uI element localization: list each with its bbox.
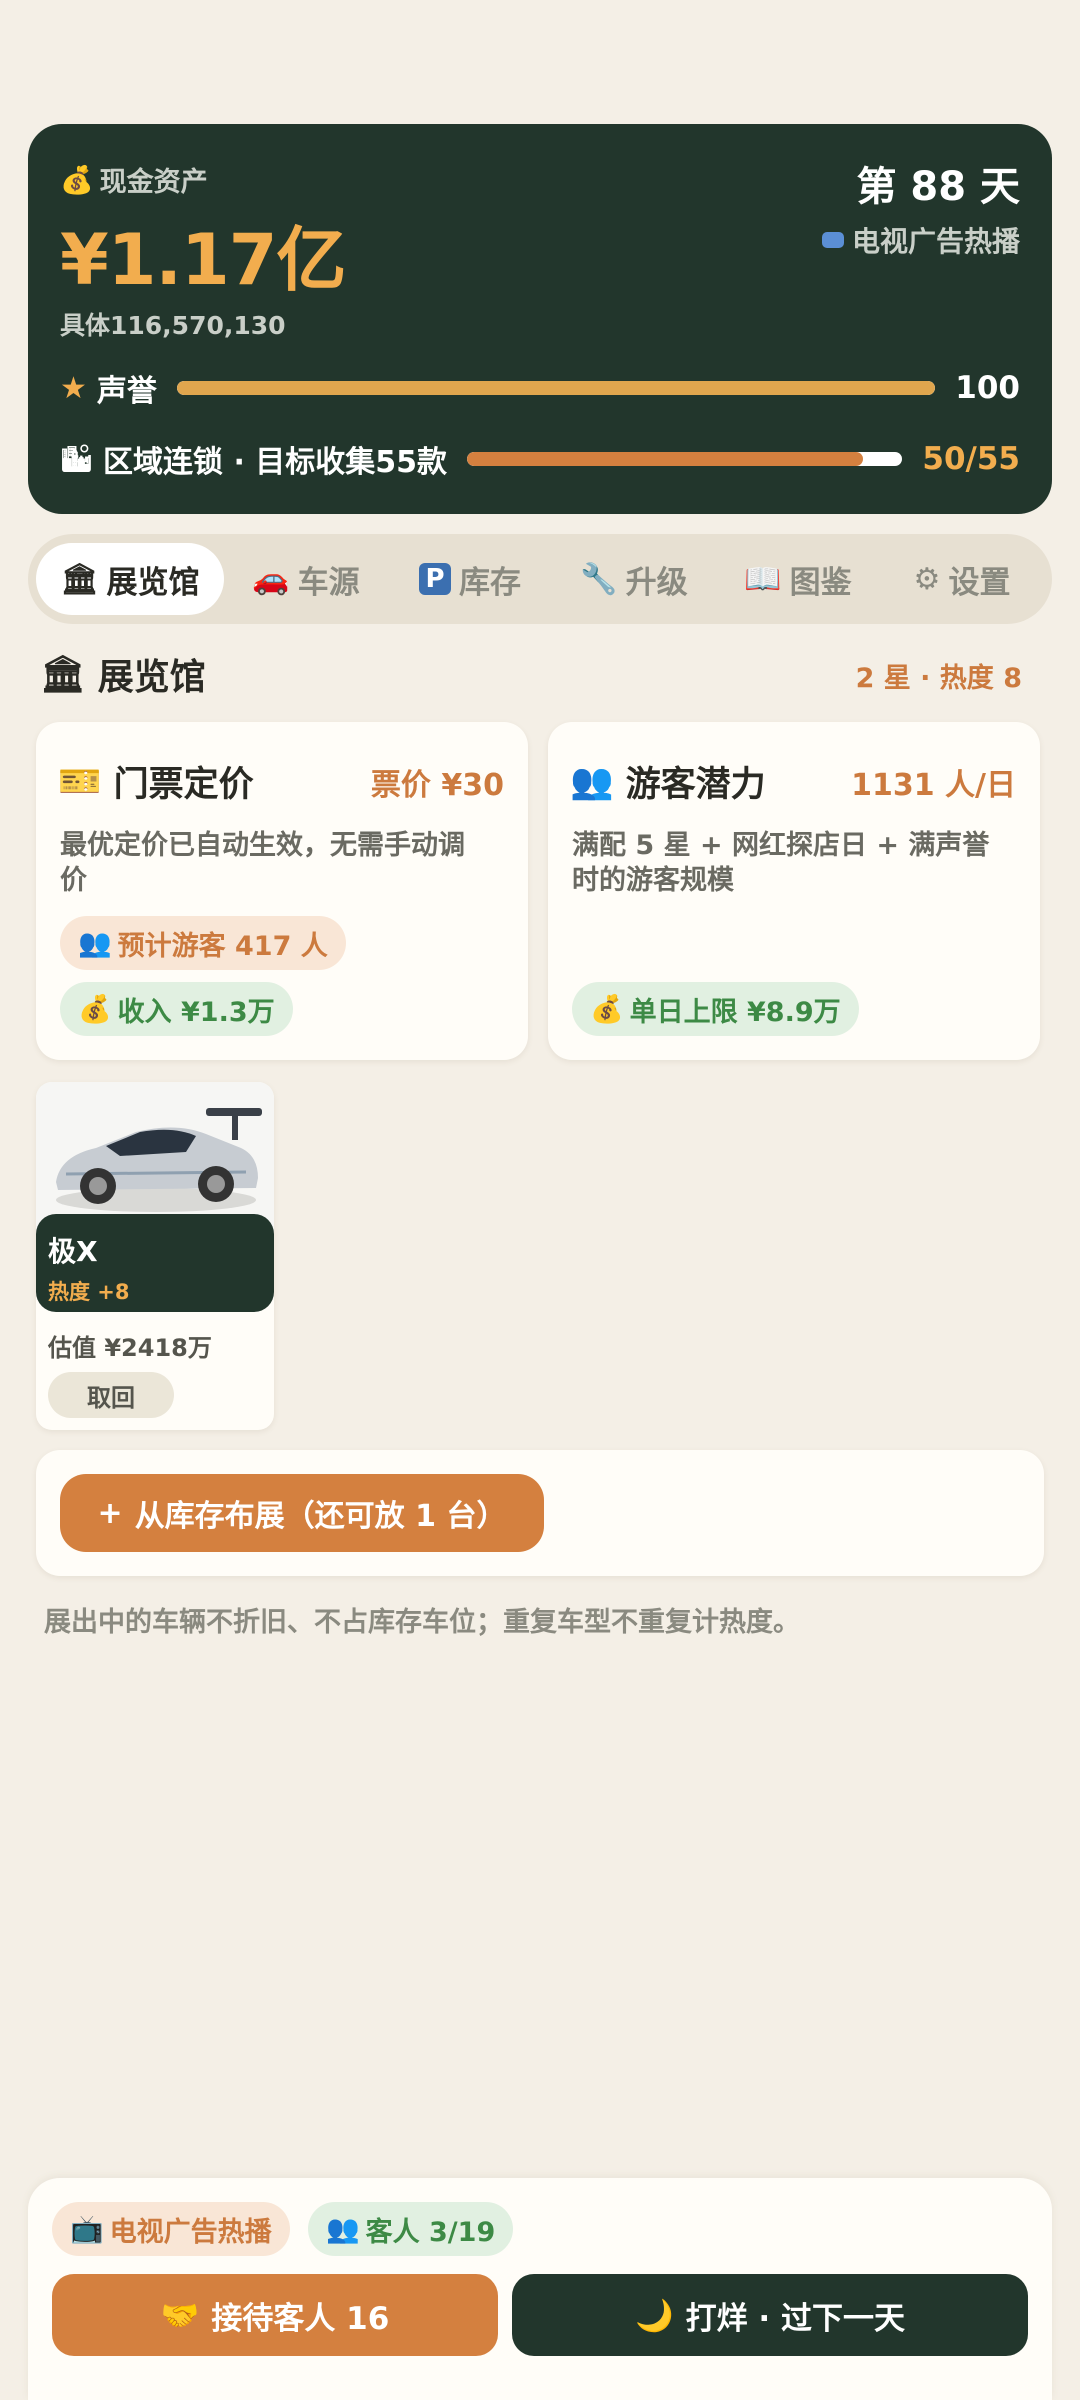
place-button-label: 从库存布展（还可放 1 台） [134,1499,507,1534]
tab-bar: 🏛 展览馆 🚗 车源 P 库存 🔧 升级 📖 图鉴 ⚙ 设置 [28,534,1052,624]
car-name: 极X [48,1235,98,1268]
tab-4[interactable]: 📖 图鉴 [716,543,880,615]
exhibit-car-card[interactable]: 极X 热度 +8 估值 ¥2418万 取回 [36,1082,274,1430]
collection-bar-fill [467,452,863,466]
tab-icon: 🏛 [60,561,99,597]
daily-limit-label: 单日上限 ¥8.9万 [629,996,841,1028]
collection-bar [467,452,903,466]
cash-value: ¥1.17亿 [60,219,346,301]
plus-icon: + [97,1495,123,1531]
ticket-card-head: 🎫 门票定价 票价 ¥30 [58,756,504,807]
income-chip: 💰 收入 ¥1.3万 [60,982,293,1036]
ticket-price: 票价 ¥30 [370,767,504,803]
event-indicator: 电视广告热播 [821,220,1020,260]
potential-card-title: 👥 游客潜力 [570,756,851,807]
handshake-icon: 🤝 [160,2297,200,2334]
collection-label: 区域连锁 · 目标收集55款 [103,445,448,480]
cash-label-row: 💰 现金资产 [60,160,208,199]
ticket-title: 门票定价 [113,765,254,805]
potential-desc: 满配 5 星 + 网红探店日 + 满声誉时的游客规模 [572,830,990,896]
ticket-card-title: 🎫 门票定价 [58,756,371,807]
star-icon: ★ [60,370,87,406]
visitors-chip-label: 预计游客 417 人 [117,930,328,962]
section-title: 🏛 展览馆 [40,648,206,700]
exhibit-note: 展出中的车辆不折旧、不占库存车位；重复车型不重复计热度。 [44,1607,800,1638]
collection-value: 50/55 [922,441,1020,477]
visitor-potential-card: 👥 游客潜力 1131 人/日 满配 5 星 + 网红探店日 + 满声誉时的游客… [548,722,1040,1060]
tab-icon: 🔧 [580,561,618,597]
tab-icon: 🚗 [252,561,290,597]
potential-title: 游客潜力 [625,765,766,805]
reputation-label: 声誉 [96,374,157,409]
tv-icon: 📺 [70,2214,104,2245]
money-bag-icon: 💰 [60,164,94,196]
event-chip-label: 电视广告热播 [109,2216,272,2248]
moon-icon: 🌙 [635,2297,674,2334]
ticket-icon: 🎫 [58,762,102,802]
tab-2[interactable]: P 库存 [388,543,552,615]
car-value: 估值 ¥2418万 [48,1334,212,1362]
day-counter: 第 88 天 [856,164,1020,210]
tv-icon [821,232,844,248]
tab-label: 升级 [625,564,688,601]
next-day-button-label: 打烊 · 过下一天 [685,2300,905,2337]
tab-label: 展览馆 [106,564,200,601]
tab-5[interactable]: ⚙ 设置 [880,543,1044,615]
section-title-text: 展览馆 [97,657,206,698]
place-from-inventory-button[interactable]: + 从库存布展（还可放 1 台） [60,1474,544,1552]
tab-label: 图鉴 [789,564,852,601]
museum-icon: 🏛 [40,654,86,695]
section-meta: 2 星 · 热度 8 [855,663,1022,694]
tab-label: 车源 [297,564,360,601]
collection-row: 🏙 区域连锁 · 目标收集55款 50/55 [60,437,1020,481]
tab-3[interactable]: 🔧 升级 [552,543,716,615]
tab-0[interactable]: 🏛 展览馆 [36,543,224,615]
reputation-label-group: ★ 声誉 [60,366,157,410]
tab-label: 设置 [948,564,1011,601]
receive-guests-button[interactable]: 🤝 接待客人 16 [52,2274,498,2356]
ticket-desc: 最优定价已自动生效，无需手动调价 [60,830,465,896]
tab-label: 库存 [459,564,521,601]
tab-1[interactable]: 🚗 车源 [224,543,388,615]
people-icon: 👥 [570,762,614,802]
car-info-band: 极X 热度 +8 [36,1214,274,1312]
tab-icon: P [419,563,451,595]
car-heat: 热度 +8 [48,1280,130,1304]
potential-value: 1131 人/日 [851,767,1016,803]
money-bag-icon: 💰 [78,994,112,1025]
potential-card-head: 👥 游客潜力 1131 人/日 [570,756,1016,807]
collection-label-group: 🏙 区域连锁 · 目标收集55款 [60,437,447,481]
retrieve-button[interactable]: 取回 [48,1372,174,1418]
city-icon: 🏙 [60,444,94,474]
tab-icon: ⚙ [913,561,941,597]
cash-exact: 具体116,570,130 [60,311,286,340]
event-chip: 📺 电视广告热播 [52,2202,290,2256]
visitors-chip: 👥 预计游客 417 人 [60,916,346,970]
tab-icon: 📖 [744,561,782,597]
reputation-bar-fill [176,381,936,395]
people-icon: 👥 [326,2214,360,2245]
next-day-button[interactable]: 🌙 打烊 · 过下一天 [512,2274,1028,2356]
reputation-value: 100 [955,370,1020,406]
event-label: 电视广告热播 [851,225,1020,258]
reputation-row: ★ 声誉 100 [60,366,1020,410]
reputation-bar [176,381,936,395]
guests-chip: 👥 客人 3/19 [308,2202,514,2256]
cash-label: 现金资产 [99,167,208,198]
place-exhibit-card: + 从库存布展（还可放 1 台） [36,1450,1044,1576]
ticket-pricing-card: 🎫 门票定价 票价 ¥30 最优定价已自动生效，无需手动调价 👥 预计游客 41… [36,722,528,1060]
receive-button-label: 接待客人 16 [211,2300,390,2337]
daily-limit-chip: 💰 单日上限 ¥8.9万 [572,982,859,1036]
car-image [36,1082,274,1232]
guests-chip-label: 客人 3/19 [365,2216,496,2248]
people-icon: 👥 [78,928,112,959]
income-chip-label: 收入 ¥1.3万 [117,996,275,1028]
money-bag-icon: 💰 [590,994,624,1025]
bottom-action-bar: 📺 电视广告热播 👥 客人 3/19 🤝 接待客人 16 🌙 打烊 · 过下一天 [28,2178,1052,2400]
